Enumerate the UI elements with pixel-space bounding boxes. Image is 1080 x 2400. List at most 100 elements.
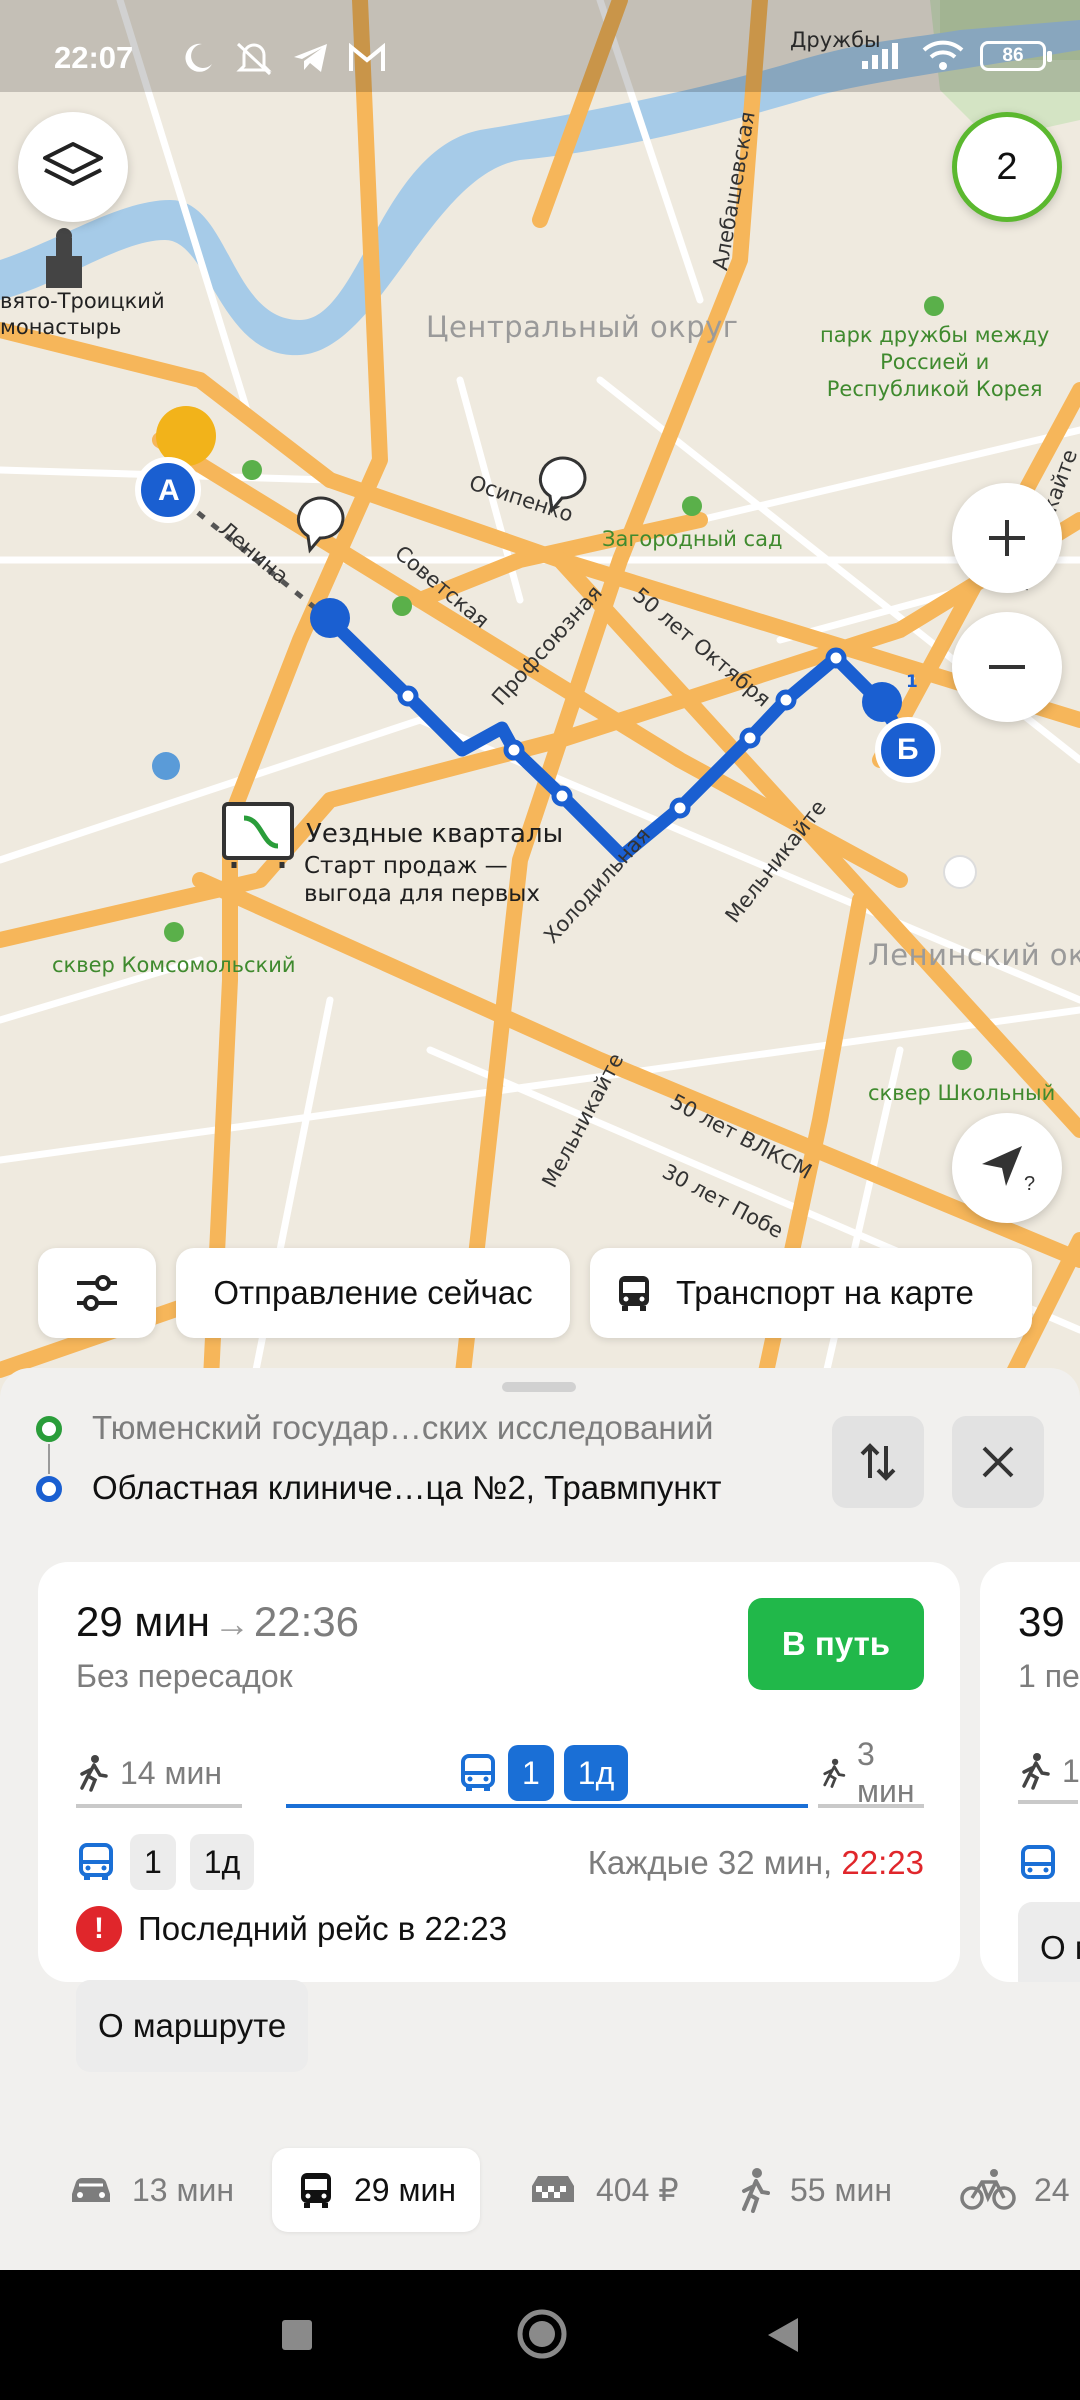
signal-icon (862, 43, 898, 69)
transfers-text: Без пересадок (76, 1658, 293, 1694)
map-canvas (0, 0, 1080, 1400)
taxi-price: 404 ₽ (596, 2172, 679, 2208)
next-transfers: 1 пе (1018, 1658, 1080, 1694)
sheet-handle[interactable] (502, 1382, 576, 1392)
map-district-label: Ленинский окр (868, 938, 1080, 972)
last-departure-time: 22:23 (841, 1844, 924, 1881)
taxi-icon (532, 2176, 574, 2202)
home-circle-icon (517, 2309, 567, 2359)
system-navigation-bar (0, 2270, 1080, 2400)
bus-bar (286, 1804, 808, 1808)
home-button[interactable] (516, 2308, 568, 2364)
next-walk-time: 1 (1062, 1752, 1080, 1789)
layers-button[interactable] (18, 112, 128, 222)
origin-text: Тюменский государ…ских исследований (92, 1409, 714, 1446)
close-icon (982, 1446, 1014, 1478)
walk-icon (80, 1755, 108, 1792)
battery-icon: 86 (980, 41, 1052, 71)
zoom-in-button[interactable] (952, 483, 1062, 593)
back-button[interactable] (764, 2316, 800, 2358)
my-location-button[interactable]: ? (952, 1113, 1062, 1223)
last-trip-warning: ! Последний рейс в 22:23 (76, 1906, 507, 1952)
mode-tab-taxi[interactable]: 404 ₽ (528, 2148, 679, 2232)
bus-icon (461, 1754, 495, 1791)
route-segments: 14 мин 1 1д 3 мин (76, 1736, 924, 1809)
arrival-arrow: → (213, 1603, 250, 1644)
next-duration: 39 (1018, 1598, 1065, 1645)
alerts-counter: 2 (996, 145, 1018, 188)
walk-bar-end (818, 1804, 924, 1808)
transport-on-map-button[interactable]: Транспорт на карте (590, 1248, 1032, 1338)
close-route-button[interactable] (952, 1416, 1044, 1508)
bell-off-icon (236, 42, 272, 76)
walk-segment-start: 14 мин (76, 1738, 222, 1808)
gmail-icon (349, 43, 385, 71)
bus-icon (1021, 1845, 1055, 1879)
mode-tab-transit[interactable]: 29 мин (272, 2148, 481, 2232)
map-park-label: сквер Школьный (868, 1081, 1056, 1105)
walk-segment-end: 3 мин (820, 1736, 924, 1809)
bus-icon (619, 1276, 649, 1311)
zoom-out-button[interactable] (952, 612, 1062, 722)
stop-badge: 1 (906, 672, 918, 692)
status-bar: 22:07 86 (0, 0, 1080, 92)
warning-text: Последний рейс в 22:23 (138, 1910, 508, 1947)
mode-tab-bike[interactable]: 24 (960, 2148, 1070, 2232)
bus-route-badge: 1д (189, 1834, 255, 1890)
transport-mode-tabs: 13 мин 29 мин 404 ₽ 55 мин 24 (0, 2148, 1080, 2248)
warning-icon: ! (76, 1906, 122, 1952)
bus-frequency: Каждые 32 мин, 22:23 (588, 1844, 924, 1882)
marker-a[interactable]: А (158, 474, 180, 508)
map-park-label: парк дружбы между Россией и Республикой … (820, 323, 1050, 401)
map-view[interactable]: Центральный округ Ленинский окр парк дру… (0, 0, 1080, 1400)
bus-segment: 1 1д (458, 1738, 629, 1808)
marker-b[interactable]: Б (897, 733, 919, 767)
swap-points-button[interactable] (832, 1416, 924, 1508)
arrival-time: 22:36 (253, 1598, 360, 1645)
next-about-route-button[interactable]: О м (1018, 1902, 1080, 1982)
route-settings-button[interactable] (38, 1248, 156, 1338)
next-walk-segment: 1 (1018, 1752, 1080, 1790)
route-option-card-next[interactable]: 39 1 пе 1 О м (980, 1562, 1080, 1982)
about-route-button[interactable]: О маршруте (76, 1980, 309, 2072)
transport-on-map-label: Транспорт на карте (676, 1274, 974, 1311)
walk-time: 55 мин (790, 2171, 893, 2208)
promo-title[interactable]: Уездные кварталы (306, 818, 563, 850)
promo-text[interactable]: Старт продаж — выгода для первых (304, 852, 540, 908)
walk-start-time: 14 мин (120, 1754, 223, 1791)
next-walk-bar (1018, 1800, 1078, 1804)
back-triangle-icon (768, 2318, 798, 2352)
alerts-counter-button[interactable]: 2 (952, 112, 1062, 222)
origin-dot-icon (36, 1416, 62, 1442)
moon-icon (185, 43, 212, 72)
svg-text:?: ? (1024, 1173, 1035, 1195)
bus-route-badge: 1 (130, 1834, 176, 1890)
departure-time-button[interactable]: Отправление сейчас (176, 1248, 570, 1338)
mode-tab-car[interactable]: 13 мин (68, 2148, 234, 2232)
layers-icon (43, 142, 103, 186)
route-connector (48, 1444, 50, 1474)
car-time: 13 мин (132, 2171, 235, 2208)
telegram-icon (294, 44, 327, 72)
go-button[interactable]: В путь (748, 1598, 924, 1690)
mode-tab-walk[interactable]: 55 мин (738, 2148, 892, 2232)
route-option-card[interactable]: 29 мин →22:36 Без пересадок В путь 14 мин… (38, 1562, 960, 2072)
swap-icon (860, 1443, 896, 1481)
destination-text: Областная клиниче…ца №2, Травмпункт (92, 1469, 722, 1506)
walk-icon (823, 1758, 846, 1788)
location-arrow-icon: ? (982, 1146, 1035, 1195)
walk-bar-start (76, 1804, 242, 1808)
bus-icon (79, 1843, 113, 1880)
wifi-icon (922, 40, 964, 70)
walk-icon (1022, 1753, 1050, 1790)
recent-apps-button[interactable] (280, 2318, 314, 2356)
plus-icon (989, 520, 1025, 556)
map-park-label: Загородный сад (602, 527, 783, 551)
map-poi-label: вято-Троицкий монастырь (0, 289, 165, 339)
car-icon (72, 2178, 110, 2202)
map-district-label: Центральный округ (426, 310, 739, 344)
frequency-text: Каждые 32 мин, (587, 1844, 842, 1881)
clock: 22:07 (54, 40, 134, 75)
transit-time: 29 мин (354, 2171, 457, 2208)
sliders-icon (77, 1275, 117, 1311)
